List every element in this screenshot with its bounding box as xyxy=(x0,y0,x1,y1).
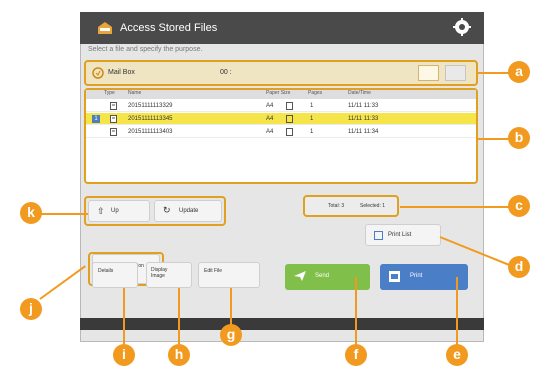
date-time: 11/11 11:34 xyxy=(348,129,379,135)
date-time: 11/11 11:33 xyxy=(348,116,379,122)
document-icon xyxy=(110,115,117,123)
selected-count: Selected: 1 xyxy=(360,203,386,209)
col-type[interactable]: Type xyxy=(104,90,115,96)
update-button[interactable]: ↻ Update xyxy=(154,200,222,222)
instruction-text: Select a file and specify the purpose. xyxy=(88,46,203,53)
document-icon xyxy=(110,102,117,110)
callout-d: d xyxy=(508,256,530,278)
list-view-button[interactable] xyxy=(445,65,466,81)
send-button[interactable]: Send xyxy=(285,264,370,290)
up-button[interactable]: ⇧ Up xyxy=(88,200,150,222)
printer-icon xyxy=(389,271,400,282)
callout-line-k xyxy=(40,213,88,215)
callout-line-i xyxy=(123,288,125,344)
refresh-icon: ↻ xyxy=(163,205,171,215)
details-button[interactable]: Details xyxy=(92,262,138,288)
print-list-icon xyxy=(374,231,383,240)
callout-line-f xyxy=(355,277,357,345)
mailbox-label: Mail Box xyxy=(108,69,135,76)
print-button[interactable]: Print xyxy=(380,264,468,290)
bottom-bar xyxy=(80,318,484,330)
window-title: Access Stored Files xyxy=(120,22,218,34)
page-count: 1 xyxy=(310,129,314,135)
col-pages[interactable]: Pages xyxy=(308,90,322,96)
thumbnail-view-button[interactable] xyxy=(418,65,439,81)
stored-files-icon xyxy=(98,22,112,34)
file-name: 20151111113403 xyxy=(128,129,173,135)
file-name: 20151111113329 xyxy=(128,103,173,109)
callout-e: e xyxy=(446,344,468,366)
callout-b: b xyxy=(508,127,530,149)
print-list-button[interactable]: Print List xyxy=(365,224,441,246)
page-count: 1 xyxy=(310,103,314,109)
print-list-label: Print List xyxy=(388,232,412,238)
up-arrow-icon: ⇧ xyxy=(97,206,105,216)
callout-i: i xyxy=(113,344,135,366)
page-orientation-icon xyxy=(286,128,293,136)
page-count: 1 xyxy=(310,116,314,122)
details-label: Details xyxy=(98,268,114,274)
up-label: Up xyxy=(111,208,119,214)
callout-j: j xyxy=(20,298,42,320)
mailbox-icon xyxy=(92,67,104,79)
callout-line-c xyxy=(400,206,518,208)
col-date-time[interactable]: Date/Time xyxy=(348,90,371,96)
callout-k: k xyxy=(20,202,42,224)
page-orientation-icon xyxy=(286,115,293,123)
gear-icon[interactable] xyxy=(452,17,472,37)
paper-size: A4 xyxy=(266,129,274,135)
callout-f: f xyxy=(345,344,367,366)
edit-file-label: Edit File xyxy=(204,268,223,274)
print-label: Print xyxy=(410,273,423,279)
file-name: 20151111113345 xyxy=(128,116,173,122)
callout-line-h xyxy=(178,288,180,344)
edit-file-button[interactable]: Edit File xyxy=(198,262,260,288)
callout-h: h xyxy=(168,344,190,366)
selection-check: 1 xyxy=(92,115,100,123)
document-icon xyxy=(110,128,117,136)
callout-a: a xyxy=(508,61,530,83)
callout-line-j xyxy=(39,265,86,300)
paper-size: A4 xyxy=(266,103,274,109)
callout-c: c xyxy=(508,195,530,217)
col-name[interactable]: Name xyxy=(128,90,141,96)
date-time: 11/11 11:33 xyxy=(348,103,379,109)
mailbox-number: 00 : xyxy=(220,69,232,76)
display-image-label: Display Image xyxy=(151,267,168,279)
send-label: Send xyxy=(315,273,330,279)
paper-size: A4 xyxy=(266,116,274,122)
total-count: Total: 3 xyxy=(328,203,345,209)
page-orientation-icon xyxy=(286,102,293,110)
send-icon xyxy=(294,271,306,281)
callout-line-g xyxy=(230,288,232,326)
display-image-button[interactable]: Display Image xyxy=(146,262,192,288)
callout-line-e xyxy=(456,277,458,345)
callout-g: g xyxy=(220,324,242,346)
update-label: Update xyxy=(179,208,199,214)
col-paper-size[interactable]: Paper Size xyxy=(266,90,290,96)
